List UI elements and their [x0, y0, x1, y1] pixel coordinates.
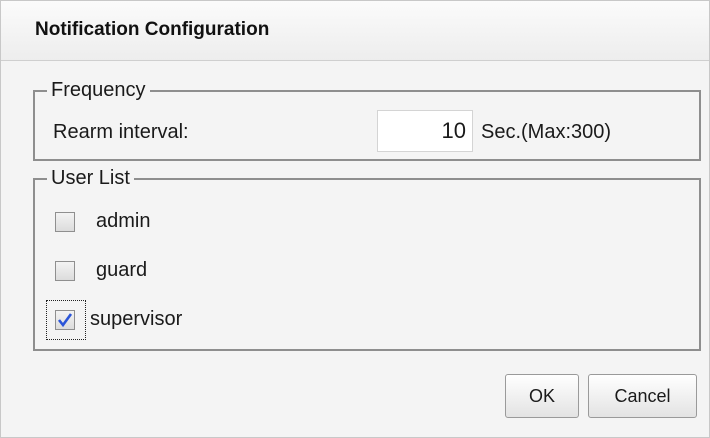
- frequency-group: Frequency: [33, 79, 701, 161]
- user-supervisor-checkbox[interactable]: [55, 310, 75, 330]
- frequency-legend: Frequency: [51, 79, 146, 101]
- ok-button[interactable]: OK: [505, 374, 579, 418]
- user-admin-checkbox[interactable]: [55, 212, 75, 232]
- checkmark-icon: [56, 213, 74, 231]
- user-guard-checkbox[interactable]: [55, 261, 75, 281]
- notification-config-dialog: Notification Configuration Frequency Rea…: [0, 0, 710, 438]
- checkmark-icon: [56, 262, 74, 280]
- user-list-legend: User List: [51, 167, 130, 189]
- rearm-interval-input[interactable]: [377, 110, 473, 152]
- rearm-interval-label: Rearm interval:: [53, 121, 189, 143]
- rearm-unit-label: Sec.(Max:300): [481, 121, 612, 143]
- dialog-title: Notification Configuration: [1, 1, 709, 61]
- checkmark-icon: [57, 313, 73, 328]
- user-admin-label: admin: [96, 210, 151, 232]
- cancel-button[interactable]: Cancel: [588, 374, 697, 418]
- user-guard-label: guard: [96, 259, 148, 281]
- user-supervisor-label: supervisor: [90, 308, 183, 330]
